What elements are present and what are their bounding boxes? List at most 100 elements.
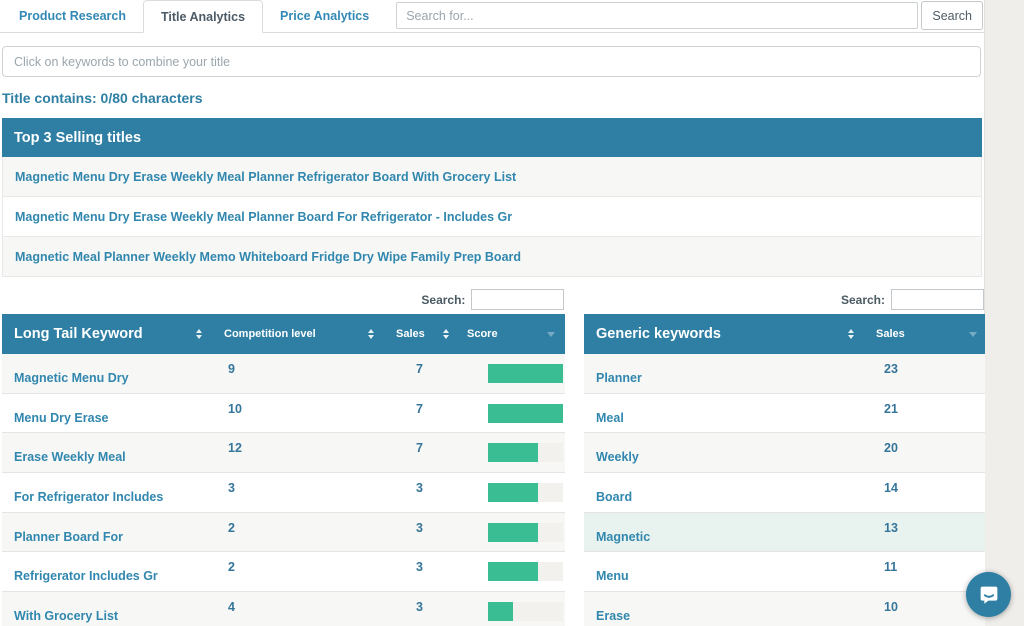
score-bar-track [488,562,563,581]
score-bar-fill [488,562,538,581]
generic-table-row[interactable]: Board 14 [584,473,985,513]
score-cell [457,602,565,621]
sort-icon[interactable] [196,329,202,339]
score-bar-fill [488,364,563,383]
tab-price-analytics[interactable]: Price Analytics [263,0,386,32]
long-tail-table-row[interactable]: With Grocery List 4 3 [2,592,565,626]
long-tail-keyword-cell[interactable]: Erase Weekly Meal [2,441,210,464]
sales-cell: 3 [382,600,457,623]
long-tail-table-row[interactable]: Menu Dry Erase 10 7 [2,394,565,434]
score-bar-track [488,602,563,621]
generic-keyword-cell[interactable]: Planner [584,362,862,385]
competition-level-cell: 2 [210,560,382,583]
column-header-generic-sales[interactable]: Sales [862,328,985,340]
column-label: Sales [876,328,905,340]
sort-desc-icon [969,332,977,337]
product-search-input[interactable] [396,2,918,29]
column-header-score[interactable]: Score [457,328,565,340]
score-cell [457,562,565,581]
top3-title-row[interactable]: Magnetic Menu Dry Erase Weekly Meal Plan… [2,157,982,197]
generic-keyword-cell[interactable]: Erase [584,600,862,623]
score-bar-fill [488,443,538,462]
score-bar-fill [488,523,538,542]
generic-table-row[interactable]: Meal 21 [584,394,985,434]
sort-desc-icon [547,332,555,337]
long-tail-search-input[interactable] [471,289,564,310]
generic-keyword-cell[interactable]: Meal [584,402,862,425]
search-button[interactable]: Search [921,1,983,30]
column-header-generic-keywords[interactable]: Generic keywords [584,326,862,342]
column-header-sales[interactable]: Sales [382,328,457,340]
long-tail-table-row[interactable]: Planner Board For 2 3 [2,513,565,553]
title-character-count: Title contains: 0/80 characters [2,90,982,106]
long-tail-keyword-cell[interactable]: Menu Dry Erase [2,402,210,425]
sales-cell: 3 [382,560,457,583]
score-bar-fill [488,602,513,621]
generic-keyword-cell[interactable]: Magnetic [584,521,862,544]
tab-title-analytics[interactable]: Title Analytics [143,0,263,33]
long-tail-keyword-cell[interactable]: For Refrigerator Includes [2,481,210,504]
long-tail-table-row[interactable]: Erase Weekly Meal 12 7 [2,433,565,473]
keyword-tables: Long Tail Keyword Competition level Sale… [2,314,984,626]
long-tail-table-row[interactable]: Refrigerator Includes Gr 2 3 [2,552,565,592]
long-tail-table-row[interactable]: Magnetic Menu Dry 9 7 [2,354,565,394]
sort-icon[interactable] [848,329,854,339]
score-cell [457,404,565,423]
sales-cell: 3 [382,521,457,544]
generic-table-row[interactable]: Erase 10 [584,592,985,626]
competition-level-cell: 12 [210,441,382,464]
score-bar-track [488,443,563,462]
long-tail-keyword-table: Long Tail Keyword Competition level Sale… [2,314,565,626]
column-label: Score [467,328,498,340]
generic-table-row[interactable]: Weekly 20 [584,433,985,473]
table-filters-row: Search: Search: [2,289,984,310]
top3-title-text: Magnetic Meal Planner Weekly Memo Whiteb… [15,250,521,264]
competition-level-cell: 2 [210,521,382,544]
column-header-competition-level[interactable]: Competition level [210,328,382,340]
sales-cell: 3 [382,481,457,504]
long-tail-filter-group: Search: [2,289,564,310]
generic-table-row[interactable]: Menu 11 [584,552,985,592]
top3-title-row[interactable]: Magnetic Menu Dry Erase Weekly Meal Plan… [2,197,982,237]
generic-keyword-cell[interactable]: Weekly [584,441,862,464]
column-label: Long Tail Keyword [14,326,143,342]
column-header-long-tail-keyword[interactable]: Long Tail Keyword [2,326,210,342]
long-tail-table-body: Magnetic Menu Dry 9 7 Menu Dry Erase 10 … [2,354,565,626]
app-page: Product Research Title Analytics Price A… [0,0,985,626]
long-tail-table-row[interactable]: For Refrigerator Includes 3 3 [2,473,565,513]
score-cell [457,523,565,542]
chat-bubble-icon [976,582,1002,608]
score-bar-track [488,364,563,383]
generic-filter-group: Search: [583,289,984,310]
generic-table-row[interactable]: Magnetic 13 [584,513,985,553]
top3-title-row[interactable]: Magnetic Meal Planner Weekly Memo Whiteb… [2,237,982,277]
score-bar-fill [488,483,538,502]
sales-cell: 7 [382,441,457,464]
top3-rows: Magnetic Menu Dry Erase Weekly Meal Plan… [2,157,982,277]
long-tail-keyword-cell[interactable]: Planner Board For [2,521,210,544]
competition-level-cell: 4 [210,600,382,623]
generic-table-row[interactable]: Planner 23 [584,354,985,394]
top3-panel-header: Top 3 Selling titles [2,118,982,157]
generic-keyword-cell[interactable]: Board [584,481,862,504]
generic-sales-cell: 23 [862,362,985,385]
generic-sales-cell: 21 [862,402,985,425]
long-tail-keyword-cell[interactable]: Refrigerator Includes Gr [2,560,210,583]
score-bar-track [488,404,563,423]
long-tail-keyword-cell[interactable]: Magnetic Menu Dry [2,362,210,385]
title-combine-input[interactable] [2,46,981,77]
generic-table-header: Generic keywords Sales [584,314,985,354]
generic-sales-cell: 14 [862,481,985,504]
sort-icon[interactable] [368,329,374,339]
chat-launcher-button[interactable] [966,572,1011,617]
long-tail-search-label: Search: [421,293,465,307]
long-tail-keyword-cell[interactable]: With Grocery List [2,600,210,623]
generic-keyword-cell[interactable]: Menu [584,560,862,583]
sales-cell: 7 [382,402,457,425]
score-cell [457,364,565,383]
score-bar-track [488,523,563,542]
sort-icon[interactable] [443,329,449,339]
competition-level-cell: 10 [210,402,382,425]
generic-search-input[interactable] [891,289,984,310]
tab-product-research[interactable]: Product Research [2,0,143,32]
